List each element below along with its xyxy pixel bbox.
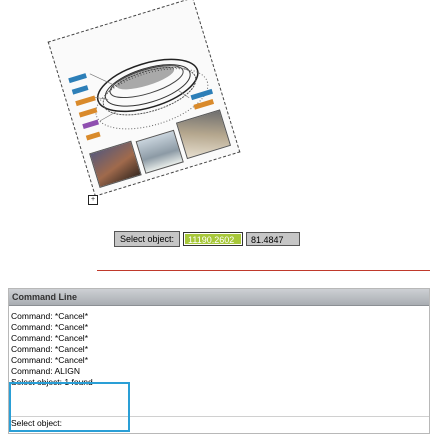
dynamic-input-y-field[interactable]: 81.4847 xyxy=(246,232,301,246)
command-history-line: Command: ALIGN xyxy=(11,366,80,376)
dynamic-input-tooltip: Select object: 11190.2602 81.4847 xyxy=(114,231,301,247)
command-history-line: Select object: 1 found xyxy=(11,377,93,387)
command-history-line: Command: *Cancel* xyxy=(11,344,89,354)
command-history-line: Command: *Cancel* xyxy=(11,333,89,343)
command-history-line: Command: *Cancel* xyxy=(11,311,89,321)
dynamic-input-x-field[interactable]: 11190.2602 xyxy=(183,232,244,246)
selected-drawing-object[interactable] xyxy=(47,0,241,197)
divider-line xyxy=(97,270,430,271)
command-line-title: Command Line xyxy=(9,289,429,306)
drawing-canvas[interactable]: + Select object: 11190.2602 81.4847 xyxy=(0,0,430,271)
command-history-line: Command: *Cancel* xyxy=(11,322,89,332)
dynamic-input-prompt: Select object: xyxy=(114,231,181,247)
command-history-line: Command: *Cancel* xyxy=(11,355,89,365)
command-history: Command: *Cancel* Command: *Cancel* Comm… xyxy=(9,311,429,388)
command-input[interactable]: Select object: xyxy=(9,417,429,429)
command-line-panel: Command Line Command: *Cancel* Command: … xyxy=(8,288,430,434)
command-input-row[interactable]: Select object: xyxy=(9,416,429,429)
insertion-grip-icon[interactable]: + xyxy=(88,195,98,205)
